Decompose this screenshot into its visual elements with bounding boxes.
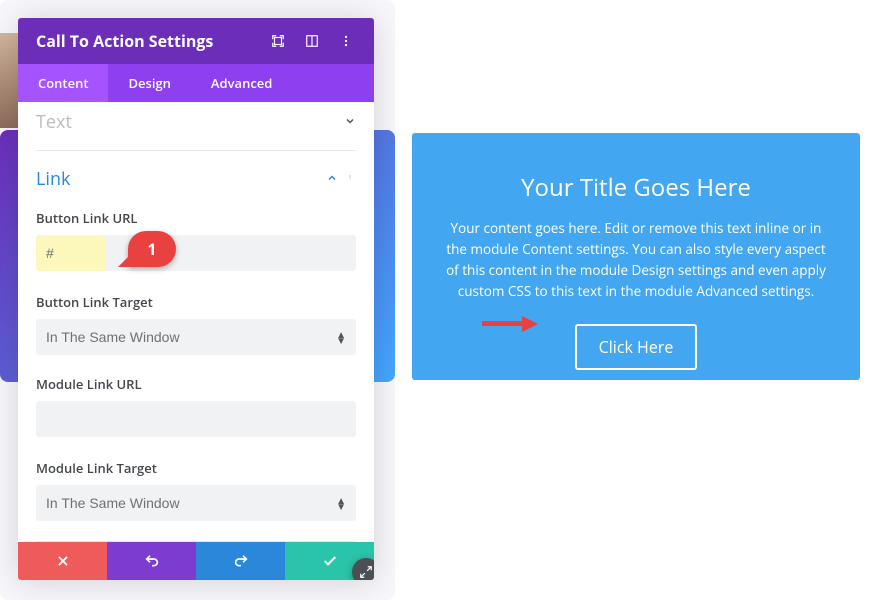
settings-panel: Call To Action Settings Content Design A… (18, 18, 374, 580)
chevron-down-icon (344, 113, 356, 132)
panel-footer (18, 542, 374, 580)
section-text-toggle[interactable]: Text (36, 102, 356, 150)
annotation-marker-1: 1 (128, 231, 176, 267)
section-link-body: Button Link URL Button Link Target In Th… (36, 209, 356, 521)
button-link-url-label: Button Link URL (36, 209, 356, 227)
module-link-target-select[interactable]: In The Same Window (36, 485, 356, 521)
annotation-number: 1 (147, 238, 156, 260)
kebab-icon[interactable] (332, 27, 360, 55)
button-link-target-select[interactable]: In The Same Window (36, 319, 356, 355)
section-background-toggle[interactable]: Background (36, 541, 356, 542)
tab-bar: Content Design Advanced (18, 64, 374, 102)
section-menu-icon[interactable] (344, 170, 356, 189)
close-button[interactable] (18, 542, 107, 580)
module-link-url-input[interactable] (36, 401, 356, 437)
layout-icon[interactable] (298, 27, 326, 55)
chevron-up-icon (326, 170, 338, 189)
settings-scroll[interactable]: Text Link Button Link URL Button Link Ta… (18, 102, 374, 542)
section-text-title: Text (36, 110, 72, 134)
panel-header[interactable]: Call To Action Settings (18, 18, 374, 64)
background-image-fragment (0, 33, 20, 128)
cta-module-preview[interactable]: Your Title Goes Here Your content goes h… (412, 133, 860, 380)
module-link-target-label: Module Link Target (36, 459, 356, 477)
module-link-url-label: Module Link URL (36, 375, 356, 393)
snap-icon[interactable] (264, 27, 292, 55)
button-link-target-label: Button Link Target (36, 293, 356, 311)
button-link-url-input[interactable] (36, 235, 356, 271)
tab-content[interactable]: Content (18, 64, 108, 102)
tab-design[interactable]: Design (108, 64, 190, 102)
tab-advanced[interactable]: Advanced (191, 64, 292, 102)
cta-title[interactable]: Your Title Goes Here (440, 171, 832, 204)
annotation-arrow (482, 316, 538, 330)
redo-button[interactable] (196, 542, 285, 580)
cta-button[interactable]: Click Here (575, 324, 698, 370)
resize-handle[interactable] (352, 558, 374, 580)
section-link-toggle[interactable]: Link (36, 150, 356, 207)
cta-body[interactable]: Your content goes here. Edit or remove t… (440, 218, 832, 302)
section-link-title: Link (36, 167, 70, 191)
panel-title: Call To Action Settings (36, 30, 258, 52)
undo-button[interactable] (107, 542, 196, 580)
